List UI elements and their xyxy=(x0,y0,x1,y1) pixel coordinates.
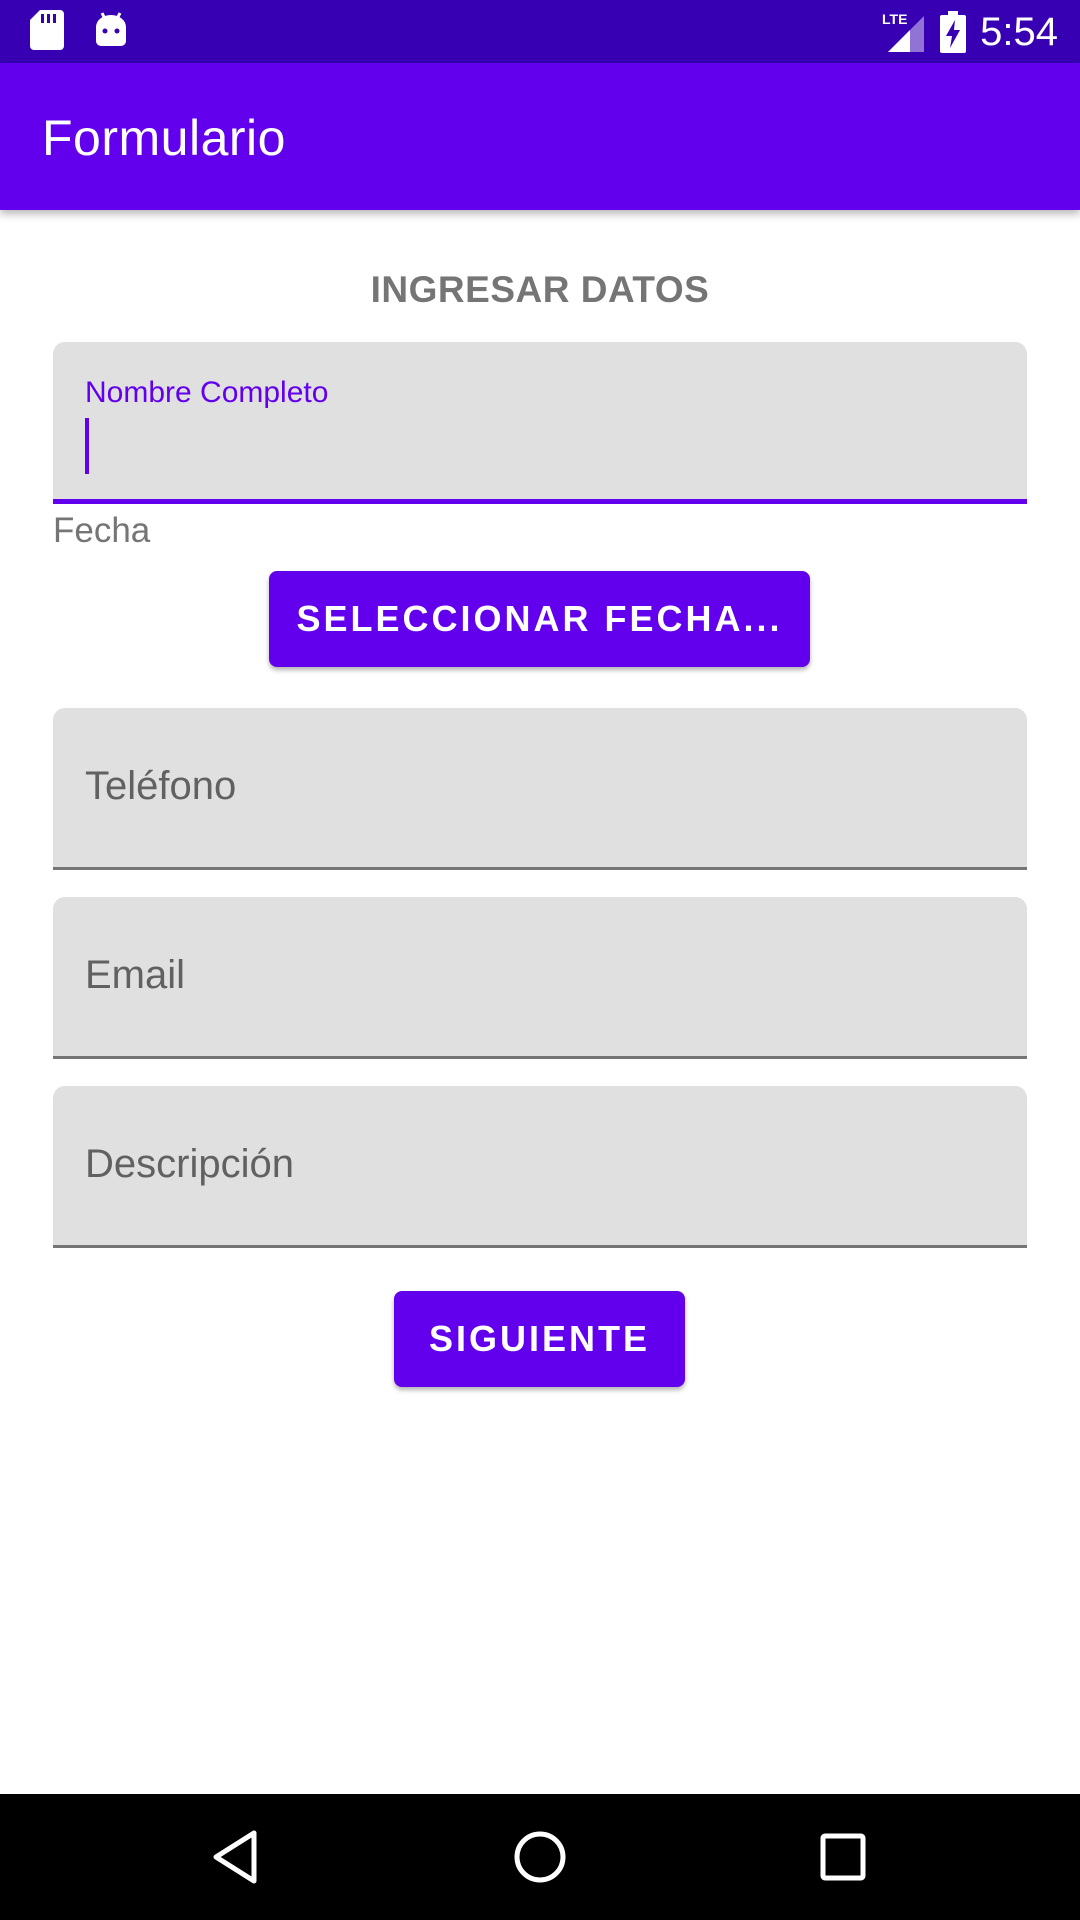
telefono-hint: Teléfono xyxy=(85,764,237,808)
next-button[interactable]: SIGUIENTE xyxy=(394,1291,685,1387)
section-title: INGRESAR DATOS xyxy=(370,269,710,310)
email-hint: Email xyxy=(85,953,186,997)
nombre-completo-label: Nombre Completo xyxy=(85,376,329,409)
select-date-button[interactable]: SELECCIONAR FECHA... xyxy=(269,571,810,667)
descripcion-field[interactable]: Descripción xyxy=(53,1086,1027,1248)
recents-icon[interactable] xyxy=(818,1827,868,1887)
sd-card-icon xyxy=(30,10,64,50)
app-bar: Formulario xyxy=(0,63,1080,210)
home-icon[interactable] xyxy=(513,1827,567,1887)
status-bar: LTE 5:54 xyxy=(0,0,1080,63)
signal-icon: LTE xyxy=(882,11,925,52)
descripcion-hint: Descripción xyxy=(85,1142,294,1186)
email-field[interactable]: Email xyxy=(53,897,1027,1059)
back-icon[interactable] xyxy=(210,1827,260,1887)
battery-charging-icon xyxy=(940,11,967,53)
status-time: 5:54 xyxy=(980,9,1058,54)
telefono-field[interactable]: Teléfono xyxy=(53,708,1027,870)
android-icon xyxy=(96,12,126,46)
nombre-completo-field[interactable]: Nombre Completo xyxy=(53,342,1027,504)
navigation-bar xyxy=(0,1794,1080,1920)
fecha-label: Fecha xyxy=(53,511,151,550)
form-content: INGRESAR DATOS Nombre Completo Fecha SEL… xyxy=(0,210,1080,1794)
text-cursor xyxy=(85,418,89,474)
svg-text:LTE: LTE xyxy=(882,11,907,27)
app-title: Formulario xyxy=(42,110,286,166)
